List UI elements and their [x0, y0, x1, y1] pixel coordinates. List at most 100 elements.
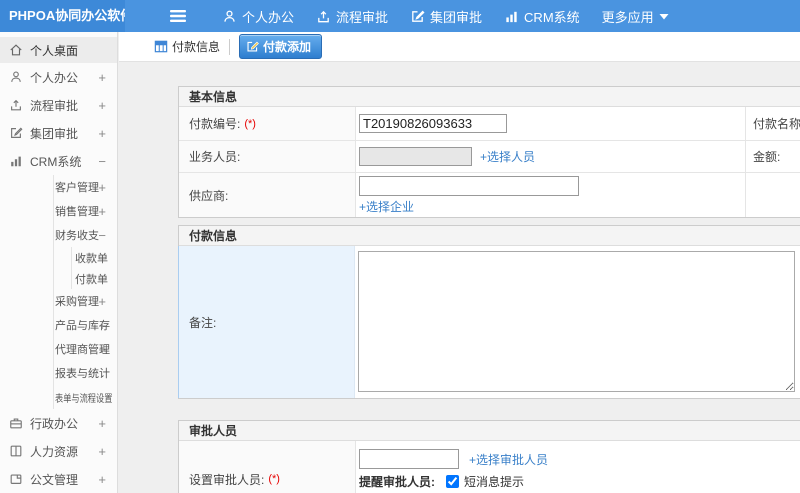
hamburger-icon [170, 10, 186, 22]
navbar-menu: 个人办公 流程审批 集团审批 CRM系统 更多应用 [211, 0, 680, 32]
tab-label: 付款信息 [172, 40, 221, 54]
sidebar-item-reports-stats[interactable]: 报表与统计 [0, 361, 117, 385]
payment-no-label: 付款编号: (*) [179, 107, 356, 140]
tab-separator [229, 38, 231, 55]
table-icon [154, 40, 168, 53]
supplier-input[interactable] [359, 175, 579, 196]
expand-toggle[interactable]: + [98, 70, 106, 85]
nav-item-workflow-approval[interactable]: 流程审批 [305, 0, 399, 32]
section-title: 基本信息 [179, 87, 800, 107]
section-payment-info: 付款信息 备注: [178, 225, 800, 399]
main-content: 付款信息 付款添加 基本信息 付款编号: (*) T20190826093633… [119, 32, 800, 493]
sms-notify-checkbox[interactable] [446, 475, 459, 488]
expand-toggle[interactable]: + [98, 342, 106, 357]
sidebar-item-document-mgmt[interactable]: 公文管理 + [0, 465, 117, 493]
form-row-payment-no: 付款编号: (*) 付款名称: (*) [179, 107, 800, 141]
sidebar-item-label: 行政办公 [30, 416, 79, 431]
sidebar-item-label: 客户管理 [55, 182, 99, 194]
remark-field-cell [355, 246, 800, 398]
nav-item-label: CRM系统 [524, 9, 580, 25]
remind-approver-line: 提醒审批人员: 短消息提示 [359, 473, 705, 490]
payment-no-field-cell [356, 107, 746, 140]
required-mark: (*) [244, 117, 256, 130]
sidebar: 个人桌面 个人办公 + 流程审批 + 集团审批 + CRM系统 − 客户管理 +… [0, 32, 118, 493]
expand-toggle[interactable]: + [98, 294, 106, 309]
sidebar-item-sales-mgmt[interactable]: 销售管理 + [0, 199, 117, 223]
sidebar-item-finance[interactable]: 财务收支 − [0, 223, 117, 247]
nav-item-personal-office[interactable]: 个人办公 [211, 0, 305, 32]
tab-payment-add-active[interactable]: 付款添加 [239, 34, 323, 59]
collapse-toggle[interactable]: − [98, 228, 106, 243]
sidebar-item-label: 采购管理 [55, 296, 99, 308]
nav-item-more-apps[interactable]: 更多应用 [591, 0, 680, 32]
expand-toggle[interactable]: + [98, 180, 106, 195]
form-row-staff: 业务人员: +选择人员 金额: [179, 141, 800, 173]
nav-item-crm-system[interactable]: CRM系统 [493, 0, 591, 32]
expand-toggle[interactable]: + [98, 472, 106, 487]
sidebar-item-crm-system[interactable]: CRM系统 − [0, 147, 117, 175]
sms-notify-label: 短消息提示 [464, 475, 525, 489]
sidebar-item-label: 集团审批 [30, 126, 79, 141]
staff-input[interactable] [359, 147, 472, 166]
expand-toggle[interactable]: + [98, 318, 106, 333]
remark-textarea[interactable] [358, 251, 795, 392]
expand-toggle[interactable]: + [98, 204, 106, 219]
expand-toggle[interactable]: + [98, 126, 106, 141]
approver-input[interactable] [359, 449, 459, 469]
sidebar-item-form-workflow-settings[interactable]: 表单与流程设置 + [0, 385, 117, 409]
staff-label: 业务人员: [179, 141, 356, 172]
nav-item-label: 流程审批 [336, 9, 389, 25]
sidebar-item-admin-office[interactable]: 行政办公 + [0, 409, 117, 437]
empty-cell [746, 173, 800, 217]
expand-toggle[interactable]: + [98, 444, 106, 459]
sidebar-item-human-resources[interactable]: 人力资源 + [0, 437, 117, 465]
sidebar-item-receipt-form[interactable]: 收款单 [0, 247, 117, 268]
section-basic-info: 基本信息 付款编号: (*) 付款名称: (*) [178, 86, 800, 218]
select-person-link[interactable]: +选择人员 [480, 148, 535, 165]
tab-payment-info[interactable]: 付款信息 [154, 38, 220, 55]
app-logo: PHPOA协同办公软件 [0, 0, 125, 32]
select-approver-link[interactable]: +选择审批人员 [469, 451, 548, 468]
tab-bar: 付款信息 付款添加 [119, 32, 800, 62]
expand-toggle[interactable]: + [98, 98, 106, 113]
collapse-toggle[interactable]: − [98, 154, 106, 169]
sidebar-item-customer-mgmt[interactable]: 客户管理 + [0, 175, 117, 199]
sidebar-item-personal-office[interactable]: 个人办公 + [0, 63, 117, 91]
required-mark: (*) [268, 473, 280, 485]
user-icon [224, 10, 235, 22]
sidebar-item-group-approval[interactable]: 集团审批 + [0, 119, 117, 147]
select-company-link[interactable]: +选择企业 [359, 198, 414, 215]
sidebar-item-payment-form[interactable]: 付款单 [0, 268, 117, 289]
sidebar-item-product-inventory[interactable]: 产品与库存 + [0, 313, 117, 337]
sidebar-item-label: CRM系统 [30, 154, 82, 169]
sidebar-item-label: 财务收支 [55, 230, 99, 242]
upload-icon [9, 98, 23, 112]
section-title: 付款信息 [179, 226, 800, 246]
document-icon [9, 472, 23, 486]
tab-label: 付款添加 [263, 40, 312, 54]
menu-toggle-button[interactable] [169, 9, 187, 23]
bar-chart-icon [9, 154, 23, 168]
payment-no-input[interactable] [359, 114, 507, 133]
expand-toggle[interactable]: + [98, 416, 106, 431]
sidebar-item-personal-desktop[interactable]: 个人桌面 [0, 37, 117, 63]
nav-item-group-approval[interactable]: 集团审批 [399, 0, 493, 32]
payment-name-label: 付款名称: (*) [753, 117, 800, 131]
caret-down-icon [659, 13, 669, 19]
edit-icon [9, 126, 23, 140]
nav-item-label: 更多应用 [601, 9, 654, 25]
sidebar-item-agent-mgmt[interactable]: 代理商管理 + [0, 337, 117, 361]
edit-icon [412, 10, 425, 22]
set-approver-label: 设置审批人员: (*) [179, 441, 356, 493]
sidebar-item-label: 付款单 [75, 273, 108, 286]
sidebar-item-purchase-mgmt[interactable]: 采购管理 + [0, 289, 117, 313]
sidebar-item-label: 个人桌面 [30, 43, 79, 58]
sidebar-item-label: 公文管理 [30, 472, 79, 487]
approver-select-line: +选择审批人员 [359, 449, 705, 469]
bar-chart-icon [506, 11, 517, 22]
sidebar-item-label: 表单与流程设置 [55, 393, 113, 405]
sidebar-item-workflow-approval[interactable]: 流程审批 + [0, 91, 117, 119]
form-row-remark: 备注: [178, 246, 800, 398]
amount-label: 金额: [753, 150, 781, 164]
sidebar-item-label: 报表与统计 [55, 368, 110, 380]
